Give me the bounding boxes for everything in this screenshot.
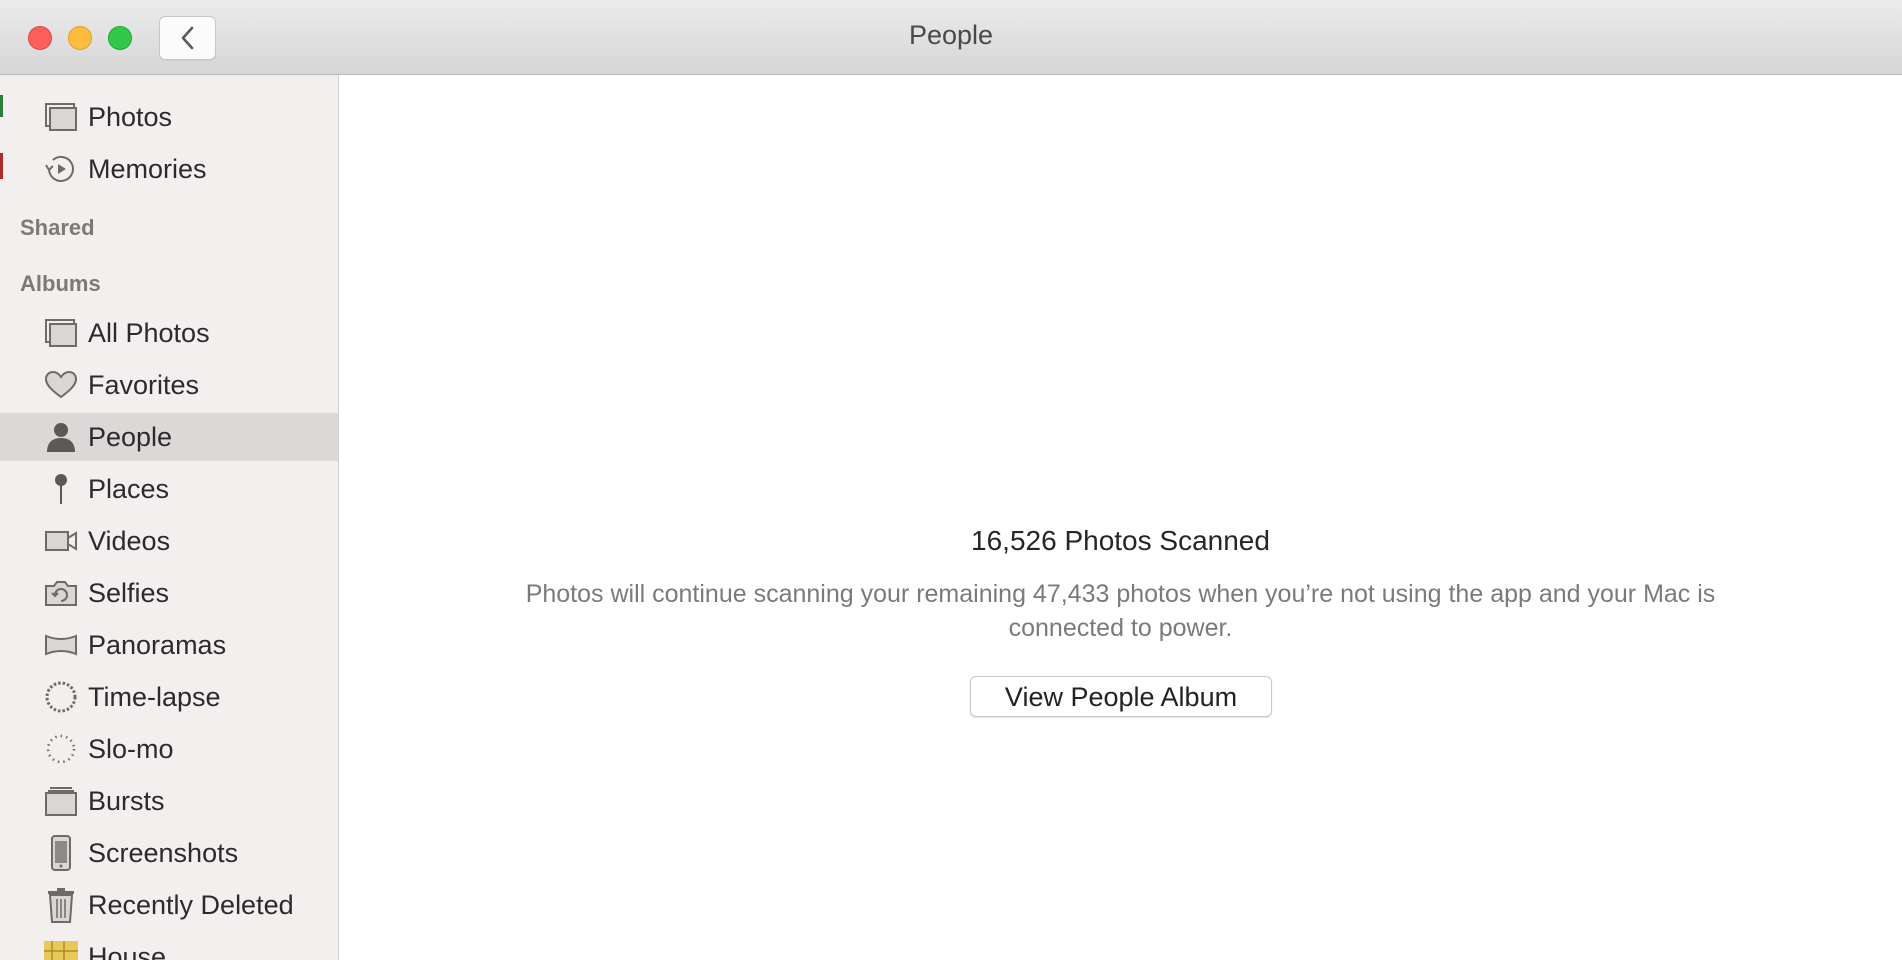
sidebar-item-label: Time-lapse bbox=[88, 682, 221, 712]
sidebar-item-slo-mo[interactable]: Slo-mo bbox=[0, 725, 338, 773]
sidebar-item-all-photos[interactable]: All Photos bbox=[0, 309, 338, 357]
sidebar-item-panoramas[interactable]: Panoramas bbox=[0, 621, 338, 669]
pin-icon bbox=[44, 473, 78, 505]
sidebar-item-label: Recently Deleted bbox=[88, 890, 294, 920]
album-thumbnail-icon bbox=[44, 941, 78, 960]
sidebar-item-people[interactable]: People bbox=[0, 413, 338, 461]
sidebar-item-bursts[interactable]: Bursts bbox=[0, 777, 338, 825]
scan-status-description: Photos will continue scanning your remai… bbox=[525, 580, 1716, 642]
sidebar-item-label: Bursts bbox=[88, 786, 165, 816]
sidebar-item-label: Slo-mo bbox=[88, 734, 174, 764]
video-camera-icon bbox=[44, 525, 78, 557]
sidebar-item-label: Memories bbox=[88, 154, 207, 184]
scan-status-title: 16,526 Photos Scanned bbox=[971, 525, 1270, 556]
window-title: People bbox=[908, 20, 994, 50]
sidebar-item-label: Places bbox=[88, 474, 170, 504]
sidebar: Photos Memories Shared Albums All Photos… bbox=[0, 75, 339, 960]
main-content: 16,526 Photos Scanned Photos will contin… bbox=[339, 75, 1902, 960]
sidebar-item-label: Screenshots bbox=[88, 838, 239, 868]
person-icon bbox=[44, 421, 78, 453]
sidebar-item-favorites[interactable]: Favorites bbox=[0, 361, 338, 409]
shared-section-header[interactable]: Shared bbox=[20, 215, 95, 241]
sidebar-item-photos[interactable]: Photos bbox=[0, 93, 338, 141]
sidebar-item-screenshots[interactable]: Screenshots bbox=[0, 829, 338, 877]
sidebar-item-label: People bbox=[88, 422, 173, 452]
sidebar-item-recently-deleted[interactable]: Recently Deleted bbox=[0, 881, 338, 929]
sidebar-item-label: Selfies bbox=[88, 578, 170, 608]
selfie-camera-icon bbox=[44, 577, 78, 609]
bursts-icon bbox=[44, 785, 78, 817]
sidebar-item-label: Videos bbox=[88, 526, 171, 556]
photos-window: People Photos Memories Shared Albums All… bbox=[0, 0, 1902, 960]
view-people-album-button[interactable]: View People Album bbox=[970, 676, 1272, 717]
photos-icon bbox=[44, 101, 78, 133]
trash-icon bbox=[44, 888, 78, 923]
sidebar-item-house[interactable]: House bbox=[0, 933, 338, 960]
all-photos-icon bbox=[44, 317, 78, 349]
sidebar-item-memories[interactable]: Memories bbox=[0, 145, 338, 193]
heart-icon bbox=[44, 369, 78, 401]
panorama-icon bbox=[44, 629, 78, 661]
sidebar-item-label: All Photos bbox=[88, 318, 210, 348]
sidebar-item-time-lapse[interactable]: Time-lapse bbox=[0, 673, 338, 721]
phone-icon bbox=[44, 835, 78, 871]
sidebar-item-label: Panoramas bbox=[88, 630, 227, 660]
sidebar-item-label: Favorites bbox=[88, 370, 200, 400]
slomo-icon bbox=[44, 733, 78, 765]
sidebar-item-places[interactable]: Places bbox=[0, 465, 338, 513]
sidebar-item-label: House bbox=[88, 942, 167, 960]
albums-section-header[interactable]: Albums bbox=[20, 271, 101, 297]
sidebar-item-label: Photos bbox=[88, 102, 173, 132]
timelapse-icon bbox=[44, 681, 78, 713]
memories-icon bbox=[44, 153, 78, 185]
title-bar: People bbox=[0, 0, 1902, 75]
sidebar-item-selfies[interactable]: Selfies bbox=[0, 569, 338, 617]
sidebar-item-videos[interactable]: Videos bbox=[0, 517, 338, 565]
